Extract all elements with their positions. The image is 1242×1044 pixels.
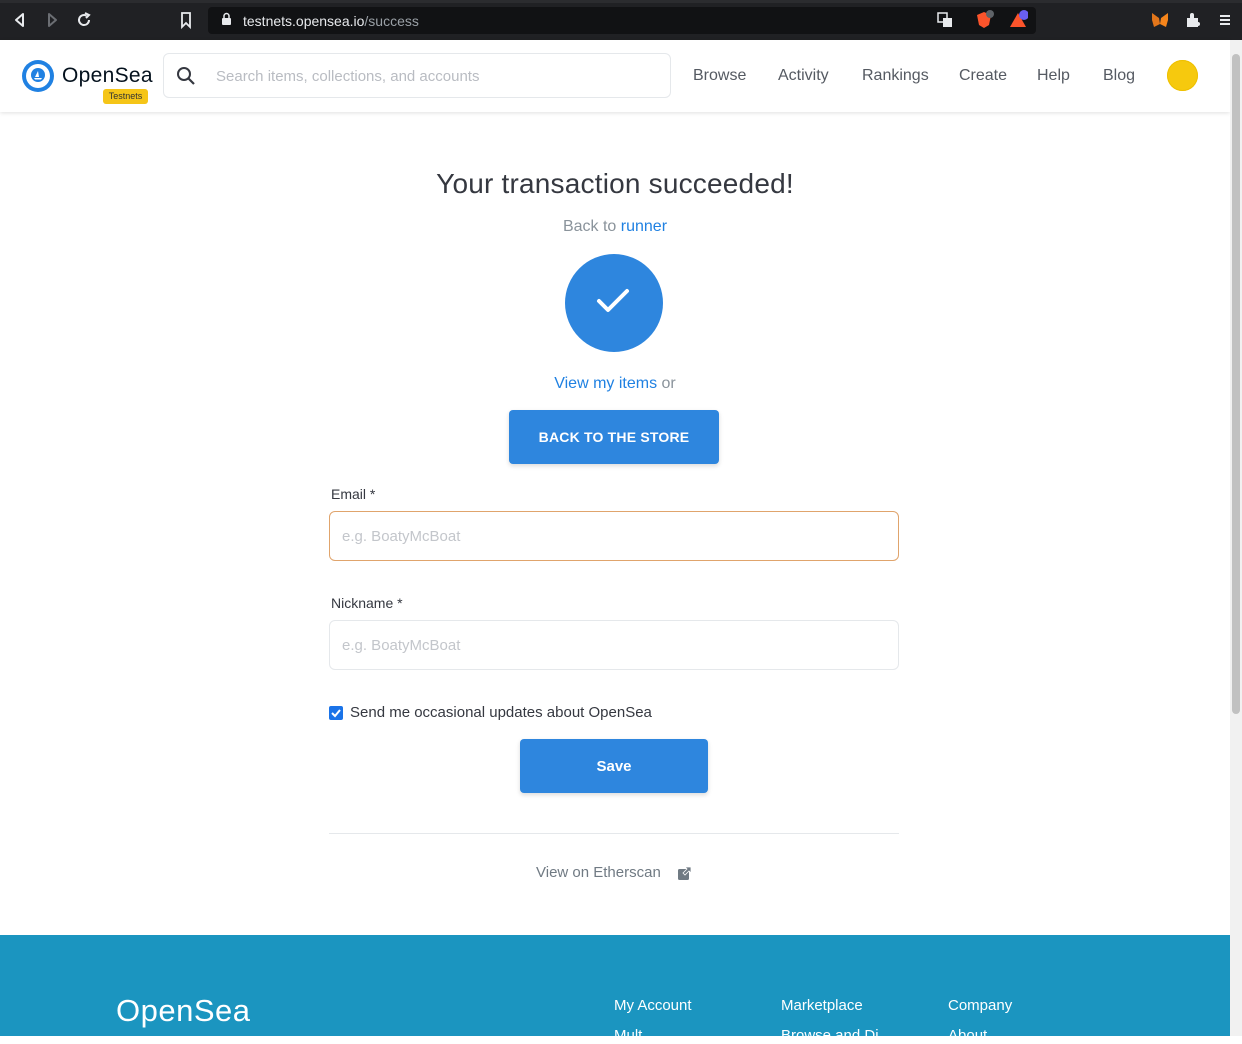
opensea-logo[interactable]: OpenSea Testnets: [22, 60, 153, 106]
brave-rewards-icon[interactable]: [1008, 10, 1028, 30]
site-header: OpenSea Testnets Browse Activity Ranking…: [0, 40, 1230, 112]
view-items-suffix: or: [661, 375, 676, 392]
menu-icon[interactable]: [1215, 10, 1235, 30]
search-box[interactable]: [163, 53, 671, 98]
footer-my-account: My Account: [614, 997, 692, 1014]
account-avatar[interactable]: [1167, 60, 1198, 91]
view-on-etherscan-link[interactable]: View on Etherscan: [536, 864, 661, 881]
back-icon[interactable]: [10, 10, 30, 30]
email-label: Email *: [331, 486, 376, 502]
nav-activity[interactable]: Activity: [778, 65, 829, 87]
search-icon: [177, 67, 195, 85]
nickname-label: Nickname *: [331, 595, 403, 611]
logo-text: OpenSea: [62, 64, 153, 87]
view-items-line: View my items or: [0, 375, 1230, 393]
reload-icon[interactable]: [74, 10, 94, 30]
back-to-prefix: Back to: [562, 218, 617, 235]
forward-icon[interactable]: [42, 10, 62, 30]
nav-blog[interactable]: Blog: [1103, 65, 1135, 87]
scrollbar-thumb[interactable]: [1232, 54, 1240, 714]
nav-create[interactable]: Create: [959, 65, 1007, 87]
search-input[interactable]: [216, 65, 656, 87]
extensions-icon[interactable]: [1183, 10, 1203, 30]
nav-rankings[interactable]: Rankings: [862, 65, 929, 87]
tab-strip: [0, 0, 1242, 3]
metamask-icon[interactable]: [1150, 10, 1170, 30]
nav-help[interactable]: Help: [1037, 65, 1070, 87]
nickname-field[interactable]: [329, 620, 899, 670]
footer-company: Company: [948, 997, 1013, 1014]
back-to-store-button[interactable]: BACK TO THE STORE: [509, 410, 719, 464]
updates-checkbox-label[interactable]: Send me occasional updates about OpenSea: [350, 704, 652, 721]
brave-shield-icon[interactable]: [974, 10, 994, 30]
view-my-items-link[interactable]: View my items: [554, 375, 657, 392]
footer-marketplace: Marketplace: [781, 997, 863, 1014]
lock-icon: [222, 12, 231, 25]
back-to-line: Back to runner: [0, 218, 1230, 236]
email-field[interactable]: [329, 511, 899, 561]
page-title: Your transaction succeeded!: [436, 168, 794, 199]
back-to-collection-link[interactable]: runner: [621, 218, 667, 235]
updates-checkbox[interactable]: [329, 706, 343, 720]
testnets-badge: Testnets: [103, 89, 148, 104]
checkmark-icon: [331, 709, 341, 718]
external-link-icon[interactable]: [677, 866, 692, 881]
url-text: testnets.opensea.io/success: [243, 13, 419, 29]
bookmark-icon[interactable]: [176, 10, 196, 30]
opensea-logo-icon: [22, 60, 54, 92]
browser-toolbar: testnets.opensea.io/success: [0, 0, 1242, 40]
site-footer: OpenSea My Account Marketplace Company M…: [0, 935, 1230, 1044]
divider: [329, 833, 899, 834]
page-scrollbar[interactable]: [1230, 40, 1242, 1036]
translate-icon[interactable]: [935, 10, 955, 30]
success-check-icon: [565, 254, 663, 352]
save-button[interactable]: Save: [520, 739, 708, 793]
footer-brand: OpenSea: [116, 993, 251, 1028]
nav-browse[interactable]: Browse: [693, 65, 746, 87]
